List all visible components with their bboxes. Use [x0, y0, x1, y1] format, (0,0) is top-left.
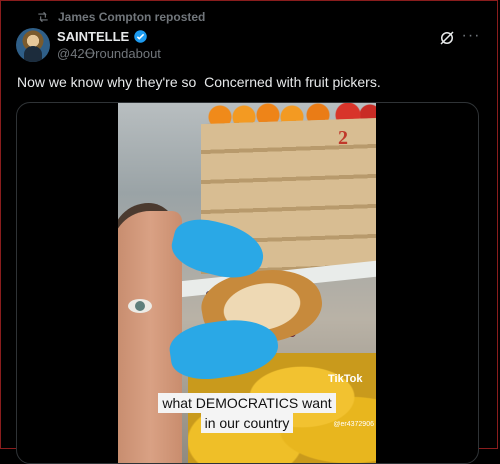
- crate-label: 2: [338, 127, 348, 149]
- more-options-button[interactable]: ···: [460, 28, 482, 46]
- eye-image: [128, 299, 152, 313]
- grok-icon[interactable]: [438, 29, 456, 47]
- post-text: Now we know why they're so Concerned wit…: [17, 74, 381, 90]
- avatar[interactable]: [16, 28, 50, 62]
- author-name[interactable]: SAINTELLE: [57, 29, 129, 44]
- video-frame[interactable]: 2 TikTok what DEMOCRATICS want in our co…: [118, 103, 376, 463]
- video-caption-line1: what DEMOCRATICS want: [118, 393, 376, 413]
- repost-text: James Compton reposted: [58, 10, 206, 24]
- repost-icon: [38, 11, 48, 23]
- author-handle[interactable]: @42Ꝋroundabout: [57, 46, 161, 62]
- verified-badge-icon: [134, 30, 147, 43]
- repost-indicator[interactable]: James Compton reposted: [36, 10, 205, 24]
- video-player[interactable]: 2 TikTok what DEMOCRATICS want in our co…: [16, 102, 479, 464]
- tiktok-watermark: TikTok: [328, 373, 363, 385]
- author-row: SAINTELLE: [57, 29, 148, 44]
- tiktok-username: @er4372906: [333, 421, 374, 428]
